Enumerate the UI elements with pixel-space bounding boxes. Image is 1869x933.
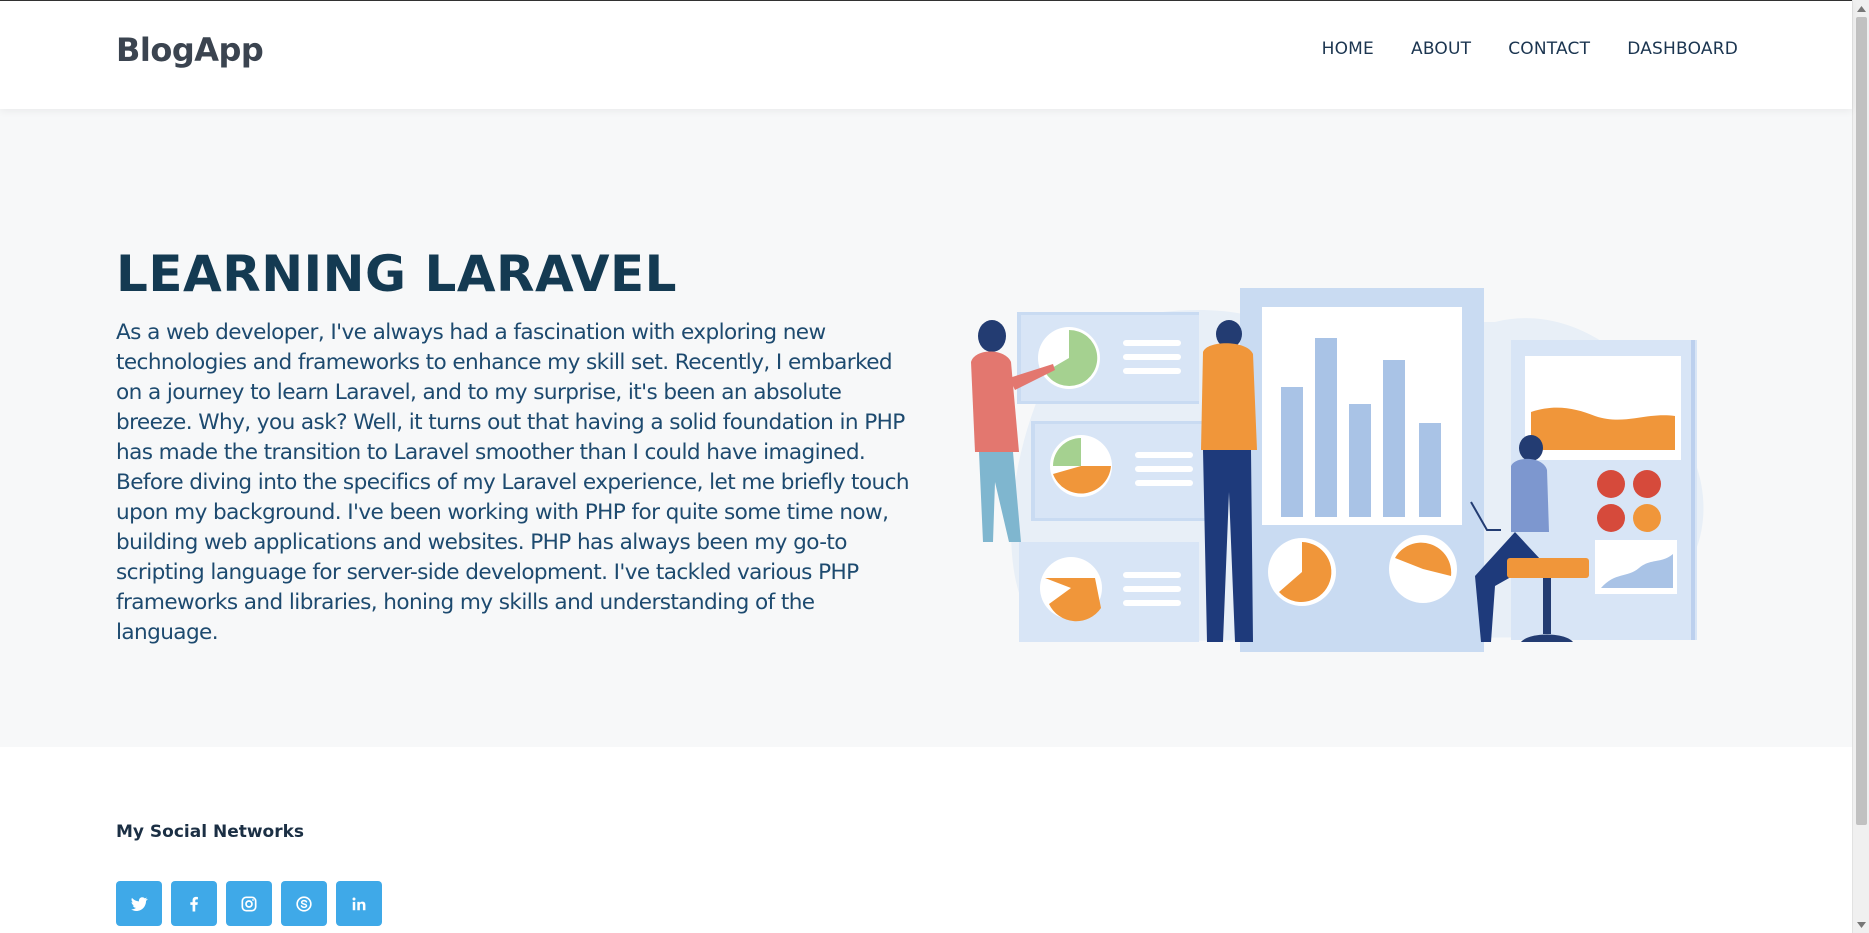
instagram-button[interactable] [226,881,272,926]
hero-title: LEARNING LARAVEL [116,245,678,303]
skype-button[interactable] [281,881,327,926]
scroll-up-button[interactable] [1853,0,1869,17]
nav-link-about[interactable]: ABOUT [1411,39,1471,59]
facebook-icon [190,896,198,911]
scrollbar-thumb[interactable] [1856,17,1867,825]
brand-logo[interactable]: BlogApp [116,31,264,69]
instagram-icon [241,896,257,911]
chevron-down-icon [1857,921,1866,928]
scroll-down-button[interactable] [1853,916,1869,933]
navbar: BlogApp HOME ABOUT CONTACT DASHBOARD [0,1,1852,109]
analytics-illustration [971,288,1704,652]
skype-icon [296,895,312,912]
hero-section: LEARNING LARAVEL As a web developer, I'v… [0,109,1852,747]
nav-link-home[interactable]: HOME [1322,39,1374,59]
social-links [116,881,382,926]
hero-paragraph: As a web developer, I've always had a fa… [116,320,910,645]
nav-link-dashboard[interactable]: DASHBOARD [1627,39,1738,59]
twitter-button[interactable] [116,881,162,926]
twitter-icon [131,896,148,911]
facebook-button[interactable] [171,881,217,926]
nav-link-contact[interactable]: CONTACT [1508,39,1590,59]
social-networks-title: My Social Networks [116,822,305,842]
linkedin-icon [352,897,366,910]
chevron-up-icon [1857,5,1866,12]
linkedin-button[interactable] [336,881,382,926]
vertical-scrollbar[interactable] [1852,0,1869,933]
main-nav: HOME ABOUT CONTACT DASHBOARD [1322,39,1738,59]
